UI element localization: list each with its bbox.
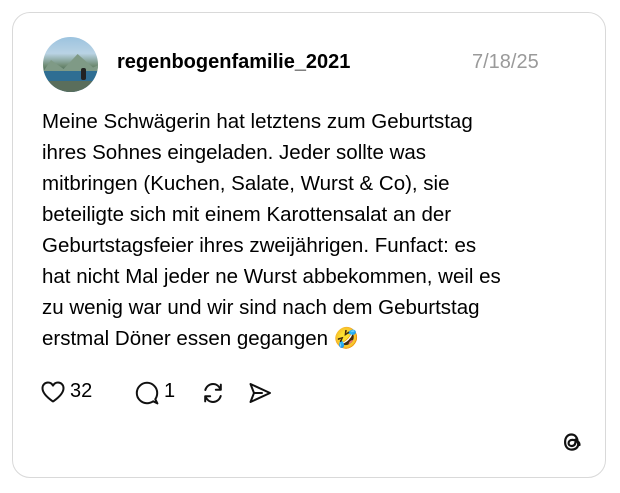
reply-count: 1	[164, 380, 176, 402]
post-text-line: Meine Schwägerin hat letztens zum Geburt…	[42, 110, 473, 133]
repost-button[interactable]	[200, 377, 230, 407]
post-text-line: zu wenig war und wir sind nach dem Gebur…	[42, 296, 480, 319]
post-text-line: ihres Sohnes eingeladen. Jeder sollte wa…	[42, 141, 427, 164]
post-date: 7/18/25	[472, 51, 539, 73]
post-text-line: mitbringen (Kuchen, Salate, Wurst & Co),…	[42, 172, 450, 195]
share-button[interactable]	[247, 377, 277, 407]
like-button[interactable]: 32	[40, 377, 100, 407]
repost-icon	[204, 382, 222, 404]
threads-logo-icon	[564, 433, 581, 451]
share-icon	[249, 383, 271, 403]
post-card: regenbogenfamilie_2021 7/18/25 Meine Sch…	[12, 12, 606, 478]
reply-button[interactable]: 1	[134, 377, 178, 407]
heart-icon	[41, 381, 65, 403]
avatar[interactable]	[43, 37, 98, 92]
post-text: Meine Schwägerin hat letztens zum Geburt…	[42, 106, 572, 354]
action-bar: 32 1	[40, 377, 300, 407]
avatar-person	[81, 68, 86, 80]
username[interactable]: regenbogenfamilie_2021	[117, 51, 350, 74]
post-text-line: erstmal Döner essen gegangen 🤣	[42, 327, 360, 350]
post-text-line: Geburtstagsfeier ihres zweijährigen. Fun…	[42, 234, 477, 257]
like-count: 32	[70, 380, 93, 402]
post-text-line: hat nicht Mal jeder ne Wurst abbekommen,…	[42, 265, 501, 288]
avatar-shore	[43, 81, 98, 92]
comment-icon	[135, 381, 159, 405]
post-text-line: beteiligte sich mit einem Karottensalat …	[42, 203, 452, 226]
